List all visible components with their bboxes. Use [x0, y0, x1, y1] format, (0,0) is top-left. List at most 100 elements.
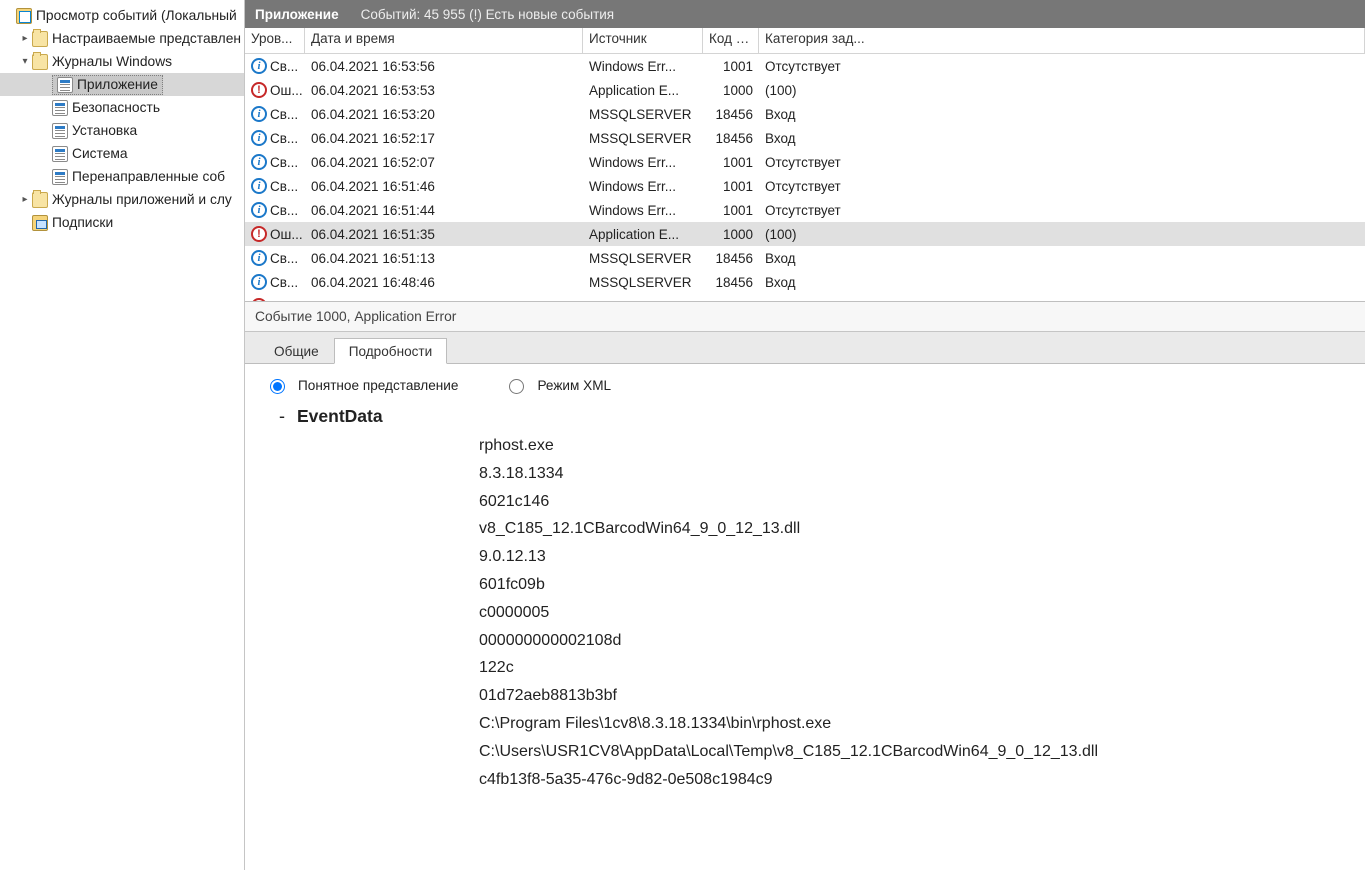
cell-source: MSSQLSERVER [583, 272, 703, 293]
cell-source: Windows Err... [583, 152, 703, 173]
table-row[interactable]: Ош...06.04.2021 16:48:31Application E...… [245, 294, 1365, 302]
collapse-icon[interactable]: ▾ [18, 56, 32, 67]
tree-log-setup[interactable]: ▸ Установка [0, 119, 244, 142]
cell-datetime: 06.04.2021 16:51:46 [305, 176, 583, 197]
eventviewer-icon [16, 8, 32, 24]
col-level[interactable]: Уров... [245, 28, 305, 53]
table-row[interactable]: Св... 06.04.2021 16:51:44Windows Err...10… [245, 198, 1365, 222]
info-icon [251, 274, 267, 290]
cell-category: Отсутствует [759, 200, 1365, 221]
radio-xml-view[interactable]: Режим XML [504, 376, 611, 394]
tree-label: Перенаправленные соб [72, 169, 225, 184]
table-row[interactable]: Св... 06.04.2021 16:53:20MSSQLSERVER18456… [245, 102, 1365, 126]
cell-source: MSSQLSERVER [583, 128, 703, 149]
tree-windows-logs[interactable]: ▾ Журналы Windows [0, 50, 244, 73]
eventdata-value: rphost.exe [279, 433, 1349, 461]
cell-datetime: 06.04.2021 16:51:44 [305, 200, 583, 221]
log-icon [52, 169, 68, 185]
radio-xml-input[interactable] [509, 379, 524, 394]
radio-xml-label: Режим XML [537, 378, 611, 393]
cell-datetime: 06.04.2021 16:53:56 [305, 56, 583, 77]
page-title: Приложение [255, 7, 339, 22]
cell-datetime: 06.04.2021 16:51:35 [305, 224, 583, 245]
collapse-icon[interactable]: - [279, 406, 285, 427]
info-icon [251, 178, 267, 194]
cell-level: Св... [270, 251, 298, 266]
expand-icon[interactable]: ▸ [18, 33, 32, 44]
tree-log-application[interactable]: ▸ Приложение [0, 73, 244, 96]
cell-level: Св... [270, 275, 298, 290]
cell-category: (100) [759, 80, 1365, 101]
subscriptions-icon [32, 215, 48, 231]
cell-source: Windows Err... [583, 200, 703, 221]
eventdata-value: 6021c146 [279, 489, 1349, 517]
table-row[interactable]: Ош...06.04.2021 16:51:35Application E...… [245, 222, 1365, 246]
table-row[interactable]: Ош...06.04.2021 16:53:53Application E...… [245, 78, 1365, 102]
event-columns[interactable]: Уров... Дата и время Источник Код с... К… [245, 28, 1365, 54]
cell-level: Св... [270, 131, 298, 146]
tree-root[interactable]: ▸ Просмотр событий (Локальный [0, 4, 244, 27]
folder-icon [32, 31, 48, 47]
event-list[interactable]: Св...06.04.2021 16:53:56Windows Err...10… [245, 54, 1365, 302]
cell-source: MSSQLSERVER [583, 248, 703, 269]
tree-log-security[interactable]: ▸ Безопасность [0, 96, 244, 119]
cell-event-id: 1001 [703, 56, 759, 77]
col-event-id[interactable]: Код с... [703, 28, 759, 53]
cell-event-id: 18456 [703, 104, 759, 125]
detail-tabs: Общие Подробности [245, 332, 1365, 364]
tree-subscriptions[interactable]: ▸ Подписки [0, 211, 244, 234]
radio-friendly-view[interactable]: Понятное представление [265, 376, 458, 394]
radio-friendly-input[interactable] [270, 379, 285, 394]
cell-source: Windows Err... [583, 56, 703, 77]
detail-title: Событие 1000, Application Error [255, 309, 456, 324]
info-icon [251, 130, 267, 146]
eventdata-value: c4fb13f8-5a35-476c-9d82-0e508c1984c9 [279, 767, 1349, 795]
cell-category: (100) [759, 224, 1365, 245]
cell-category: Отсутствует [759, 56, 1365, 77]
tree-app-service-logs[interactable]: ▸ Журналы приложений и слу [0, 188, 244, 211]
tab-general[interactable]: Общие [259, 338, 334, 363]
cell-source: MSSQLSERVER [583, 104, 703, 125]
table-row[interactable]: Св...06.04.2021 16:52:07Windows Err...10… [245, 150, 1365, 174]
cell-category: Вход [759, 128, 1365, 149]
tab-details[interactable]: Подробности [334, 338, 448, 364]
table-row[interactable]: Св...06.04.2021 16:48:46MSSQLSERVER18456… [245, 270, 1365, 294]
detail-header: Событие 1000, Application Error [245, 302, 1365, 332]
info-icon [251, 154, 267, 170]
expand-icon[interactable]: ▸ [18, 194, 32, 205]
cell-level: Св... [270, 107, 298, 122]
eventdata-value: 122c [279, 655, 1349, 683]
cell-event-id: 18456 [703, 248, 759, 269]
cell-event-id: 1001 [703, 152, 759, 173]
eventdata-heading[interactable]: - EventData [279, 406, 1349, 433]
col-source[interactable]: Источник [583, 28, 703, 53]
cell-event-id: 1001 [703, 200, 759, 221]
cell-datetime: 06.04.2021 16:53:20 [305, 104, 583, 125]
table-row[interactable]: Св...06.04.2021 16:51:13MSSQLSERVER18456… [245, 246, 1365, 270]
log-icon [52, 123, 68, 139]
tree-custom-views[interactable]: ▸ Настраиваемые представлен [0, 27, 244, 50]
col-datetime[interactable]: Дата и время [305, 28, 583, 53]
col-category[interactable]: Категория зад... [759, 28, 1365, 53]
cell-event-id: 18456 [703, 272, 759, 293]
cell-level: Св... [270, 203, 298, 218]
eventdata-value: c0000005 [279, 600, 1349, 628]
eventdata-label: EventData [297, 406, 383, 427]
tree-log-system[interactable]: ▸ Система [0, 142, 244, 165]
cell-event-id: 1000 [703, 224, 759, 245]
detail-body: Понятное представление Режим XML - Event… [245, 364, 1365, 870]
nav-tree[interactable]: ▸ Просмотр событий (Локальный ▸ Настраив… [0, 0, 245, 870]
tree-log-forwarded[interactable]: ▸ Перенаправленные соб [0, 165, 244, 188]
info-icon [251, 202, 267, 218]
table-row[interactable]: Св...06.04.2021 16:51:46Windows Err...10… [245, 174, 1365, 198]
eventdata-value: 601fc09b [279, 572, 1349, 600]
content-header: Приложение Событий: 45 955 (!) Есть новы… [245, 0, 1365, 28]
cell-source: Application E... [583, 80, 703, 101]
page-subtitle: Событий: 45 955 (!) Есть новые события [361, 7, 615, 22]
table-row[interactable]: Св...06.04.2021 16:53:56Windows Err...10… [245, 54, 1365, 78]
cell-event-id: 1000 [703, 80, 759, 101]
folder-icon [32, 54, 48, 70]
table-row[interactable]: Св...06.04.2021 16:52:17MSSQLSERVER18456… [245, 126, 1365, 150]
log-icon [52, 100, 68, 116]
log-icon [52, 146, 68, 162]
